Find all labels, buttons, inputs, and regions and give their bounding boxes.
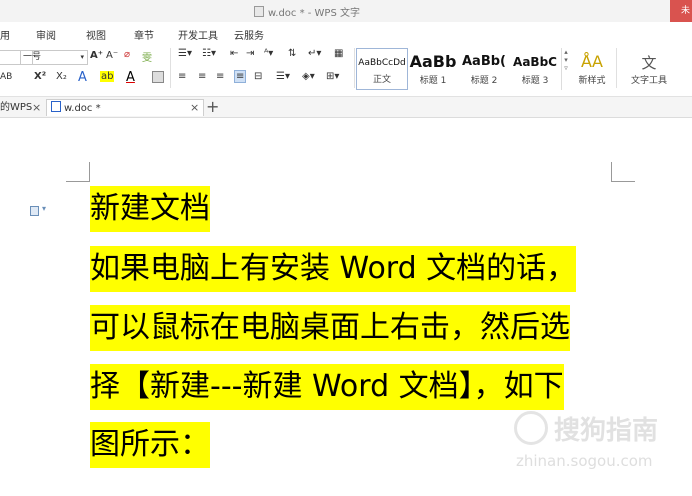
new-style-icon: ÅA [581, 52, 603, 71]
doc-text-line: 可以鼠标在电脑桌面上右击，然后选 [90, 305, 570, 351]
text-tools-button[interactable]: 文 文字工具 [622, 48, 676, 90]
numbered-list-icon[interactable]: ☷▾ [202, 48, 216, 59]
bullet-list-icon[interactable]: ☰▾ [178, 48, 192, 59]
increase-indent-icon[interactable]: ⇥ [246, 48, 254, 59]
style-label: 标题 2 [470, 76, 498, 86]
menu-item-section[interactable]: 章节 [134, 27, 154, 42]
superscript-button[interactable]: X² [34, 71, 46, 82]
font-size-value: 一号 [23, 52, 42, 62]
new-style-label: 新样式 [578, 76, 606, 86]
page-margin-corner [66, 162, 90, 182]
separator [616, 48, 617, 88]
menu-bar: 用 审阅 视图 章节 开发工具 云服务 [0, 26, 692, 42]
font-color-button[interactable]: A [126, 70, 135, 85]
doc-text-line: 择【新建---新建 Word 文档】，如下 [90, 364, 564, 410]
line-spacing-icon[interactable]: ☰▾ [276, 71, 290, 82]
doc-text-line: 图所示： [90, 422, 210, 468]
table-border-icon[interactable]: ▦ [334, 48, 343, 59]
new-tab-button[interactable]: + [206, 97, 219, 117]
separator [170, 48, 171, 88]
borders-icon[interactable]: ⊞▾ [326, 71, 339, 82]
close-icon[interactable]: × [32, 99, 41, 116]
close-icon[interactable]: × [190, 99, 199, 116]
tab-w-doc[interactable]: w.doc * [46, 99, 204, 116]
document-tab-bar: 的WPS × w.doc * × + [0, 97, 692, 118]
clear-format-icon[interactable]: ⌀ [124, 49, 130, 60]
doc-text-line: 新建文档 [90, 186, 210, 232]
watermark-brand: 搜狗指南 [554, 416, 659, 446]
style-normal[interactable]: AaBbCcDd 正文 [356, 48, 408, 90]
align-left-icon[interactable]: ≡ [178, 71, 186, 82]
character-shading-icon[interactable] [152, 71, 164, 83]
phonetic-button[interactable]: 雯 [142, 49, 152, 64]
style-gallery-scroll[interactable]: ▴ ▾ ▿ [561, 48, 570, 90]
style-label: 正文 [372, 75, 391, 85]
style-heading-2[interactable]: AaBb( 标题 2 [459, 48, 509, 90]
text-tools-icon: 文 [641, 54, 657, 72]
menu-item-view[interactable]: 视图 [86, 27, 106, 42]
page-margin-corner [611, 162, 635, 182]
style-label: 标题 3 [521, 76, 549, 86]
document-icon [254, 6, 264, 17]
separator [354, 48, 355, 88]
menu-item-cloud[interactable]: 云服务 [234, 27, 264, 42]
sogou-logo-icon [514, 411, 548, 445]
menu-item-review[interactable]: 审阅 [36, 27, 56, 42]
text-tools-label: 文字工具 [630, 76, 667, 86]
distribute-icon[interactable]: ⊟ [254, 71, 262, 82]
char-border-button[interactable]: AB [0, 72, 12, 82]
style-heading-1[interactable]: AaBb 标题 1 [409, 48, 457, 90]
login-corner-button[interactable]: 未 [670, 0, 692, 22]
menu-item-developer[interactable]: 开发工具 [178, 27, 218, 42]
chevron-down-icon[interactable]: ▾ [80, 51, 84, 64]
style-label: 标题 1 [419, 76, 447, 86]
style-heading-3[interactable]: AaBbC 标题 3 [510, 48, 560, 90]
word-doc-icon [51, 101, 61, 112]
style-sample: AaBb [409, 52, 457, 71]
text-effect-button[interactable]: A [78, 70, 87, 85]
new-style-button[interactable]: ÅA 新样式 [572, 48, 612, 90]
doc-text-line: 如果电脑上有安装 Word 文档的话， [90, 246, 577, 292]
text-direction-icon[interactable]: ᴬ▾ [264, 48, 273, 59]
paragraph-handle-icon[interactable] [30, 206, 39, 216]
tab-wps-home[interactable]: 的WPS [0, 99, 32, 116]
menu-item-reference[interactable]: 用 [0, 27, 10, 42]
tab-w-doc-label: w.doc * [64, 103, 101, 114]
justify-icon[interactable]: ≡ [234, 70, 247, 83]
title-bar: w.doc * - WPS 文字 未 [0, 0, 692, 22]
align-center-icon[interactable]: ≡ [198, 71, 206, 82]
sort-icon[interactable]: ⇅ [288, 48, 296, 59]
align-right-icon[interactable]: ≡ [216, 71, 224, 82]
decrease-font-button[interactable]: A⁻ [106, 50, 118, 61]
window-title: w.doc * - WPS 文字 [254, 4, 360, 19]
window-title-text: w.doc * - WPS 文字 [268, 8, 360, 19]
chevron-down-icon[interactable]: ▾ [42, 204, 46, 213]
style-sample: AaBbC [513, 55, 557, 69]
ribbon-toolbar: 一号 ▾ A⁺ A⁻ ⌀ 雯 AB X² X₂ A ab A ☰▾ ☷▾ ⇤ ⇥… [0, 44, 692, 97]
increase-font-button[interactable]: A⁺ [90, 50, 103, 61]
show-marks-icon[interactable]: ↵▾ [308, 48, 321, 59]
style-sample: AaBbCcDd [358, 58, 406, 68]
highlight-button[interactable]: ab [100, 71, 115, 82]
decrease-indent-icon[interactable]: ⇤ [230, 48, 238, 59]
subscript-button[interactable]: X₂ [56, 71, 67, 82]
watermark-url: zhinan.sogou.com [516, 452, 653, 470]
font-size-combo[interactable]: 一号 ▾ [20, 50, 88, 65]
shading-icon[interactable]: ◈▾ [302, 71, 315, 82]
style-sample: AaBb( [462, 54, 506, 69]
